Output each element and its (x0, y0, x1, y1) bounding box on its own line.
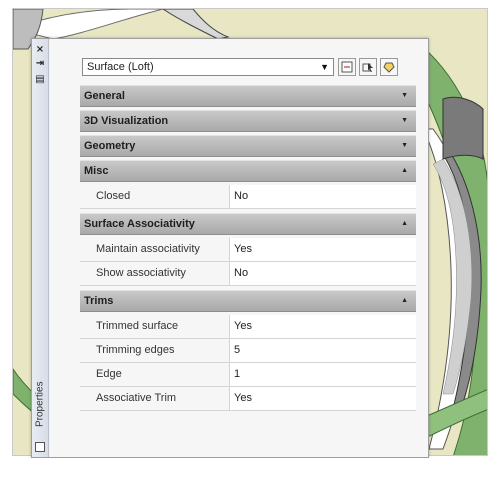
category-surface-associativity[interactable]: Surface Associativity ▲ (80, 213, 416, 235)
toggle-pickadd-icon[interactable] (338, 58, 356, 76)
object-selector-row: Surface (Loft) ▼ (82, 58, 422, 78)
property-value[interactable]: 5 (230, 339, 416, 362)
bottom-margin (0, 458, 498, 485)
object-type-value: Surface (Loft) (87, 61, 154, 73)
property-name: Edge (80, 363, 230, 386)
select-objects-icon[interactable] (359, 58, 377, 76)
category-general[interactable]: General ▼ (80, 85, 416, 107)
chevron-down-icon: ▼ (401, 117, 408, 124)
category-trims[interactable]: Trims ▲ (80, 290, 416, 312)
category-geometry[interactable]: Geometry ▼ (80, 135, 416, 157)
properties-menu-icon[interactable]: ▤ (34, 73, 46, 85)
property-name: Associative Trim (80, 387, 230, 410)
property-name: Closed (80, 185, 230, 208)
chevron-up-icon: ▲ (401, 220, 408, 227)
palette-content: Surface (Loft) ▼ General ▼ 3D Visualizat… (50, 39, 428, 457)
property-name: Maintain associativity (80, 238, 230, 261)
chevron-up-icon: ▲ (401, 297, 408, 304)
category-label: Geometry (84, 140, 136, 152)
category-3d-visualization[interactable]: 3D Visualization ▼ (80, 110, 416, 132)
category-label: Trims (84, 295, 114, 307)
properties-palette: × ⇥ ▤ Properties Surface (Loft) ▼ Genera… (31, 38, 429, 458)
property-row-show-associativity[interactable]: Show associativity No (80, 262, 416, 286)
property-name: Trimming edges (80, 339, 230, 362)
property-value[interactable]: 1 (230, 363, 416, 386)
property-value[interactable]: Yes (230, 315, 416, 338)
property-row-closed[interactable]: Closed No (80, 185, 416, 209)
palette-title: Properties (34, 381, 46, 427)
chevron-up-icon: ▲ (401, 167, 408, 174)
property-grid: General ▼ 3D Visualization ▼ Geometry ▼ … (80, 85, 416, 411)
category-misc[interactable]: Misc ▲ (80, 160, 416, 182)
property-row-associative-trim[interactable]: Associative Trim Yes (80, 387, 416, 411)
palette-settings-icon[interactable] (35, 442, 45, 452)
property-row-maintain-associativity[interactable]: Maintain associativity Yes (80, 238, 416, 262)
category-label: Misc (84, 165, 109, 177)
object-type-dropdown[interactable]: Surface (Loft) ▼ (82, 58, 334, 76)
property-name: Show associativity (80, 262, 230, 285)
property-value[interactable]: No (230, 185, 416, 208)
category-label: Surface Associativity (84, 218, 195, 230)
chevron-down-icon: ▼ (320, 62, 329, 72)
property-row-trimming-edges[interactable]: Trimming edges 5 (80, 339, 416, 363)
property-value[interactable]: Yes (230, 238, 416, 261)
chevron-down-icon: ▼ (401, 142, 408, 149)
auto-hide-icon[interactable]: ⇥ (34, 57, 46, 69)
property-value[interactable]: Yes (230, 387, 416, 410)
property-name: Trimmed surface (80, 315, 230, 338)
quick-select-icon[interactable] (380, 58, 398, 76)
palette-titlebar[interactable]: × ⇥ ▤ Properties (32, 39, 49, 457)
chevron-down-icon: ▼ (401, 92, 408, 99)
category-label: General (84, 90, 125, 102)
close-icon[interactable]: × (34, 43, 46, 55)
property-row-edge[interactable]: Edge 1 (80, 363, 416, 387)
property-row-trimmed-surface[interactable]: Trimmed surface Yes (80, 315, 416, 339)
property-value[interactable]: No (230, 262, 416, 285)
category-label: 3D Visualization (84, 115, 169, 127)
